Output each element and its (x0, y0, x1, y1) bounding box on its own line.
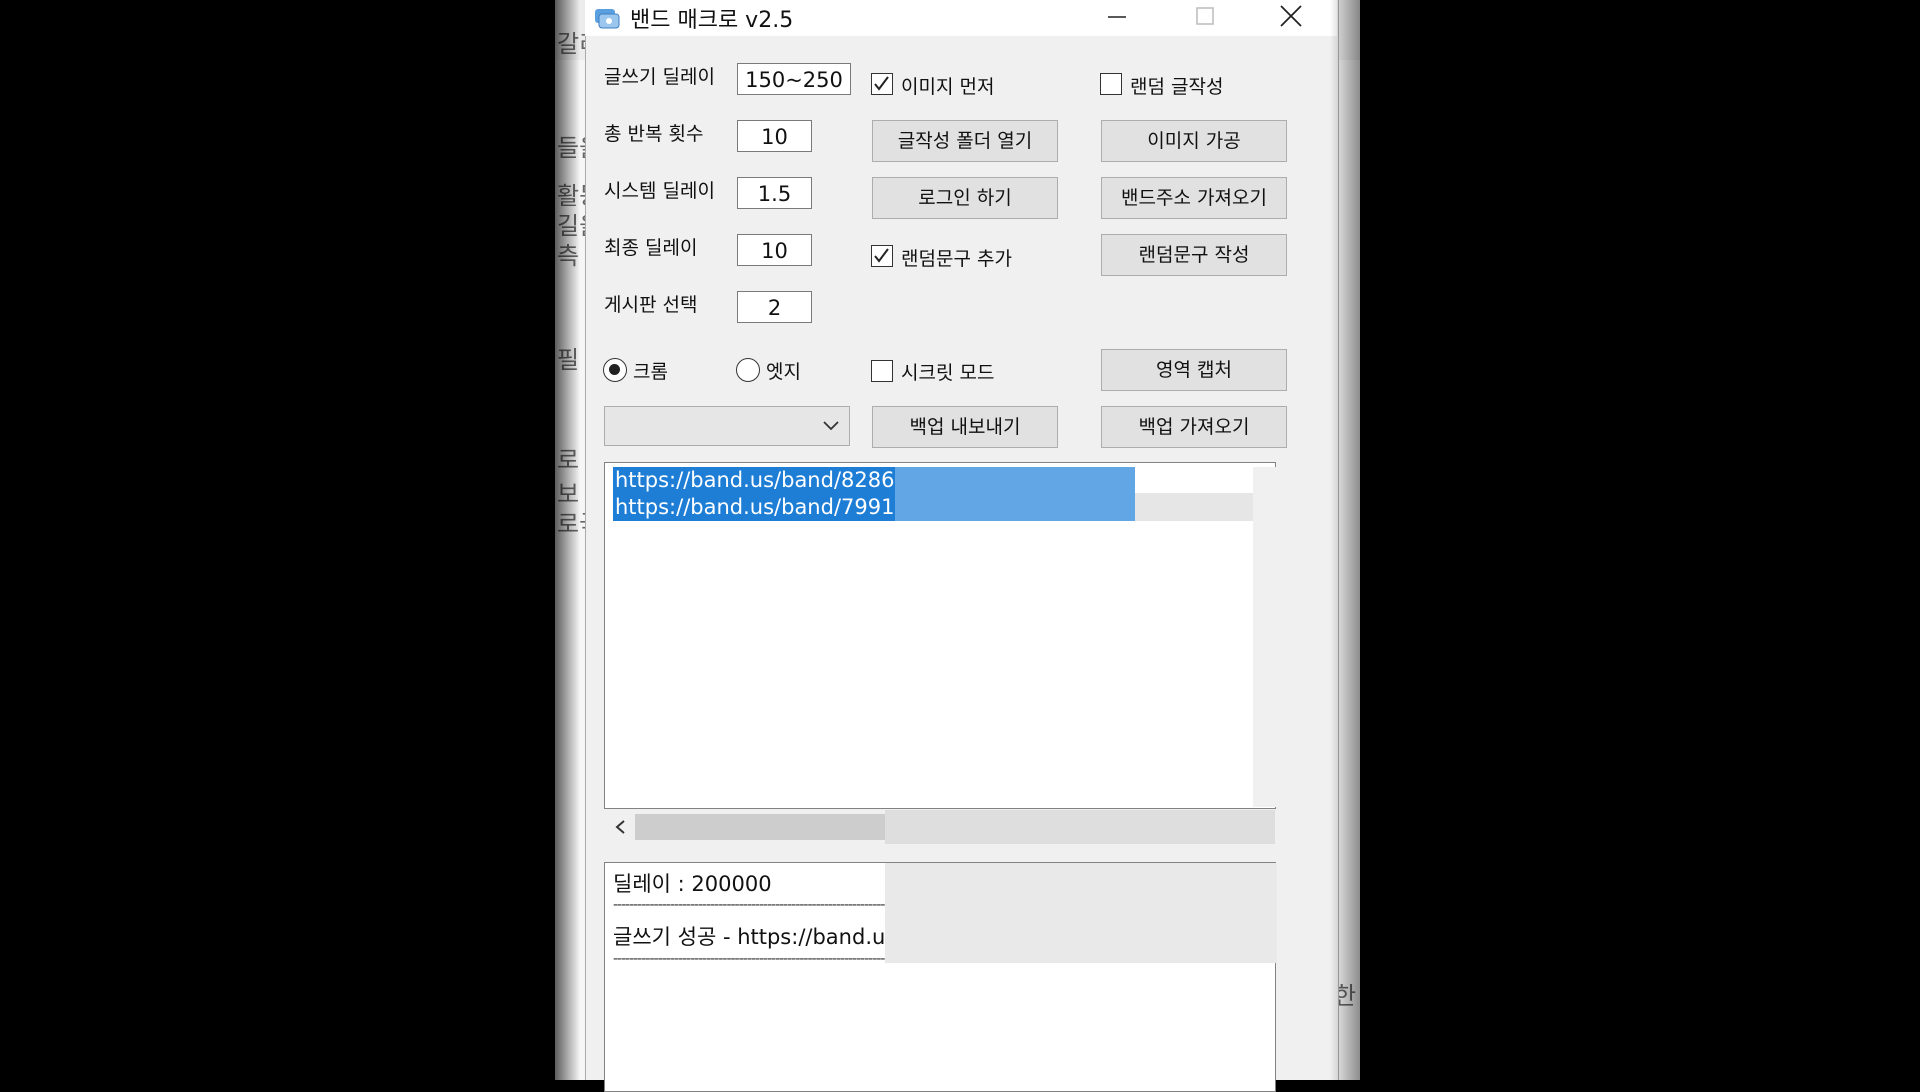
open-folder-button[interactable]: 글작성 폴더 열기 (872, 120, 1058, 162)
log-success-line: 글쓰기 성공 - https://band.u (613, 925, 886, 949)
login-button[interactable]: 로그인 하기 (872, 177, 1058, 219)
blurred-area (885, 810, 1275, 844)
checkmark-icon (874, 76, 889, 91)
final-delay-label: 최종 딜레이 (604, 237, 698, 259)
secret-mode-checkbox[interactable] (871, 360, 893, 382)
vignette-right (1330, 0, 1400, 1080)
vignette-left (540, 0, 580, 1080)
random-write-label: 랜덤 글작성 (1130, 76, 1224, 98)
repeat-count-label: 총 반복 횟수 (604, 123, 704, 145)
image-first-checkbox[interactable] (871, 73, 893, 95)
board-select-label: 게시판 선택 (604, 294, 698, 316)
random-phrase-checkbox[interactable] (871, 245, 893, 267)
maximize-button[interactable] (1180, 0, 1230, 34)
chrome-label: 크롬 (633, 361, 668, 383)
blurred-area (1253, 467, 1277, 807)
system-delay-label: 시스템 딜레이 (604, 180, 715, 202)
chevron-down-icon (823, 421, 839, 431)
edge-radio[interactable] (736, 358, 760, 382)
secret-mode-label: 시크릿 모드 (901, 362, 995, 384)
maximize-icon (1196, 7, 1214, 25)
band-dropdown[interactable] (604, 406, 850, 446)
write-delay-label: 글쓰기 딜레이 (604, 66, 715, 88)
board-select-input[interactable]: 2 (737, 291, 812, 323)
image-process-button[interactable]: 이미지 가공 (1101, 120, 1287, 162)
chevron-left-icon[interactable] (613, 819, 627, 835)
log-delay-line: 딜레이 : 200000 (613, 872, 772, 896)
url-list[interactable]: https://band.us/band/8286 https://band.u… (604, 462, 1277, 809)
window-title: 밴드 매크로 v2.5 (630, 8, 794, 33)
random-phrase-label: 랜덤문구 추가 (901, 248, 1012, 270)
backup-import-button[interactable]: 백업 가져오기 (1101, 406, 1287, 448)
image-first-label: 이미지 먼저 (901, 76, 995, 98)
close-button[interactable] (1266, 0, 1316, 34)
close-icon (1280, 5, 1302, 27)
random-write-checkbox[interactable] (1100, 73, 1122, 95)
horizontal-scrollbar[interactable] (605, 810, 1275, 844)
final-delay-input[interactable]: 10 (737, 234, 812, 266)
fetch-band-button[interactable]: 밴드주소 가져오기 (1101, 177, 1287, 219)
write-delay-input[interactable]: 150~250 (737, 63, 851, 95)
area-capture-button[interactable]: 영역 캡처 (1101, 349, 1287, 391)
app-icon (595, 9, 620, 29)
radio-dot (609, 364, 620, 375)
blurred-area (895, 467, 1135, 521)
blurred-area (885, 863, 1277, 963)
random-phrase-write-button[interactable]: 랜덤문구 작성 (1101, 234, 1287, 276)
log-box[interactable]: 딜레이 : 200000 ---------------------------… (604, 862, 1277, 1092)
repeat-count-input[interactable]: 10 (737, 120, 812, 152)
backup-export-button[interactable]: 백업 내보내기 (872, 406, 1058, 448)
minimize-icon (1108, 16, 1126, 18)
checkmark-icon (874, 248, 889, 263)
edge-label: 엣지 (766, 361, 801, 383)
chrome-radio[interactable] (603, 358, 627, 382)
system-delay-input[interactable]: 1.5 (737, 177, 812, 209)
minimize-button[interactable] (1092, 0, 1142, 34)
